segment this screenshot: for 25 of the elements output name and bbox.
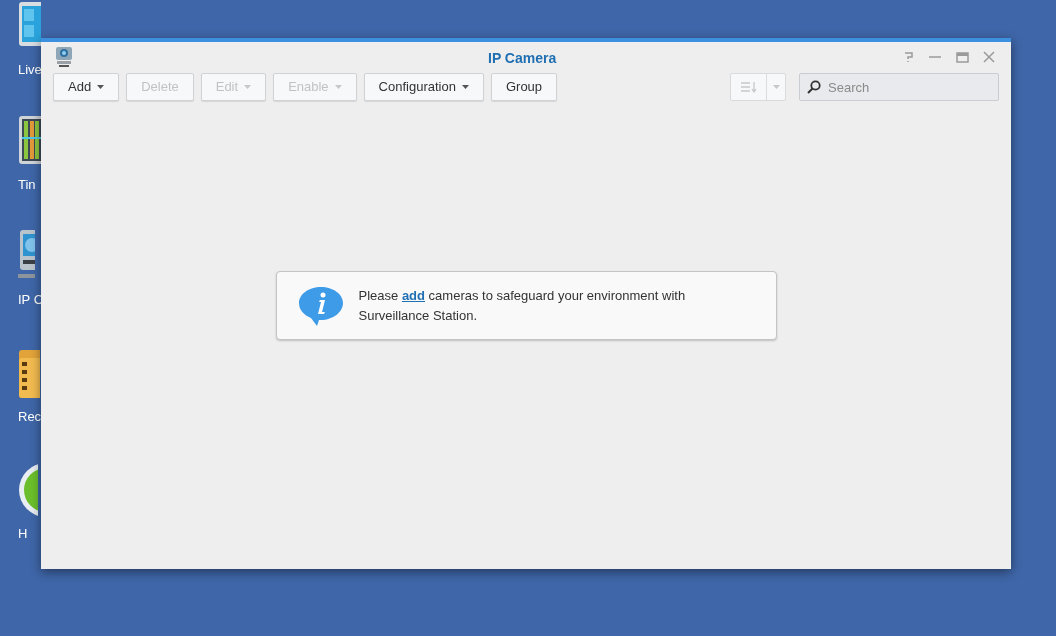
- desktop-icon-label[interactable]: Rec: [18, 409, 42, 425]
- desktop-icon-label[interactable]: Tin: [18, 177, 36, 193]
- caret-icon: [772, 85, 780, 89]
- search-icon: [807, 80, 821, 94]
- maximize-icon[interactable]: [956, 51, 969, 63]
- window-title: IP Camera: [488, 49, 557, 68]
- caret-icon: [244, 85, 252, 89]
- info-icon: [296, 284, 345, 327]
- search-field[interactable]: Search: [799, 73, 999, 101]
- toolbar-button[interactable]: Group: [490, 73, 558, 101]
- toolbar-button[interactable]: Add: [53, 73, 120, 101]
- sort-icon: [739, 81, 758, 93]
- caret-icon: [461, 85, 469, 89]
- caret-icon: [334, 85, 342, 89]
- desktop-icon-label[interactable]: H: [18, 526, 28, 542]
- monitor-icon[interactable]: [18, 0, 41, 48]
- desktop-icon-label[interactable]: Live: [18, 62, 42, 78]
- toolbar-button[interactable]: Configuration: [363, 73, 484, 101]
- timeline-icon[interactable]: [18, 115, 41, 165]
- close-icon[interactable]: [983, 51, 995, 63]
- info-message: Please add cameras to safeguard your environment with Surveillance Station.: [358, 286, 687, 325]
- add-link[interactable]: add: [401, 287, 425, 303]
- camera-icon: [55, 46, 73, 68]
- folder-icon[interactable]: [18, 348, 40, 400]
- caret-icon: [97, 85, 105, 89]
